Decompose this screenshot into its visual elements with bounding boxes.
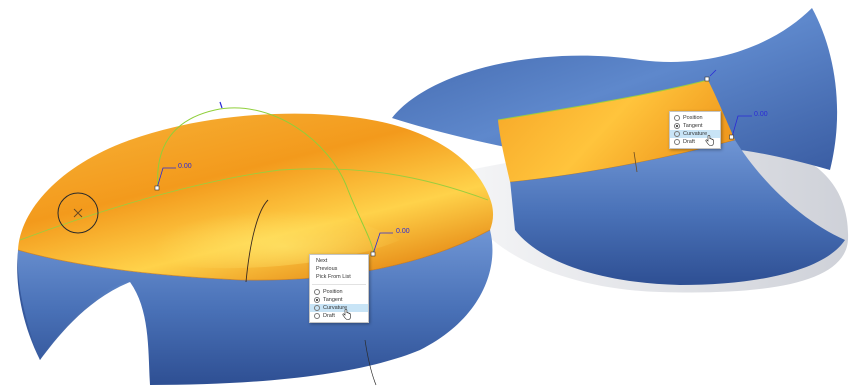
end-marker-icon[interactable] — [704, 76, 710, 82]
menu-option-tangent[interactable]: Tangent — [670, 122, 720, 130]
menu-separator — [312, 284, 366, 285]
radio-icon — [674, 139, 680, 145]
menu-item-label: Tangent — [683, 123, 703, 129]
left-context-menu: Next Previous Pick From List Position Ta… — [309, 254, 369, 323]
menu-item-label: Next — [316, 258, 328, 264]
end-marker-icon[interactable] — [154, 185, 160, 191]
menu-item-label: Curvature — [683, 131, 708, 137]
menu-option-curvature[interactable]: Curvature — [310, 304, 368, 312]
radio-icon — [314, 313, 320, 319]
hand-cursor-icon — [342, 309, 351, 320]
menu-item-label: Position — [323, 289, 343, 295]
menu-option-position[interactable]: Position — [670, 114, 720, 122]
end-marker-icon[interactable] — [729, 134, 734, 140]
menu-item-pick-from-list[interactable]: Pick From List — [310, 273, 368, 281]
radio-icon — [674, 131, 680, 137]
menu-option-position[interactable]: Position — [310, 288, 368, 296]
menu-item-label: Pick From List — [316, 274, 351, 280]
menu-item-label: Tangent — [323, 297, 343, 303]
menu-option-draft[interactable]: Draft — [310, 312, 368, 320]
menu-item-label: Draft — [323, 313, 335, 319]
radio-checked-icon — [314, 297, 320, 303]
menu-option-tangent[interactable]: Tangent — [310, 296, 368, 304]
menu-item-label: Previous — [316, 266, 338, 272]
right-dimension-label[interactable]: 0.00 — [754, 111, 768, 118]
end-marker-icon[interactable] — [370, 251, 376, 257]
radio-icon — [314, 289, 320, 295]
left-model — [17, 101, 494, 386]
hand-cursor-icon — [705, 135, 714, 146]
radio-checked-icon — [674, 123, 680, 129]
model-viewport[interactable] — [0, 0, 864, 389]
menu-item-label: Position — [683, 115, 703, 121]
left-dimension-label-2[interactable]: 0.00 — [396, 228, 410, 235]
radio-icon — [314, 305, 320, 311]
radio-icon — [674, 115, 680, 121]
menu-item-label: Draft — [683, 139, 695, 145]
menu-item-next[interactable]: Next — [310, 257, 368, 265]
left-dimension-label-1[interactable]: 0.00 — [178, 163, 192, 170]
menu-item-previous[interactable]: Previous — [310, 265, 368, 273]
